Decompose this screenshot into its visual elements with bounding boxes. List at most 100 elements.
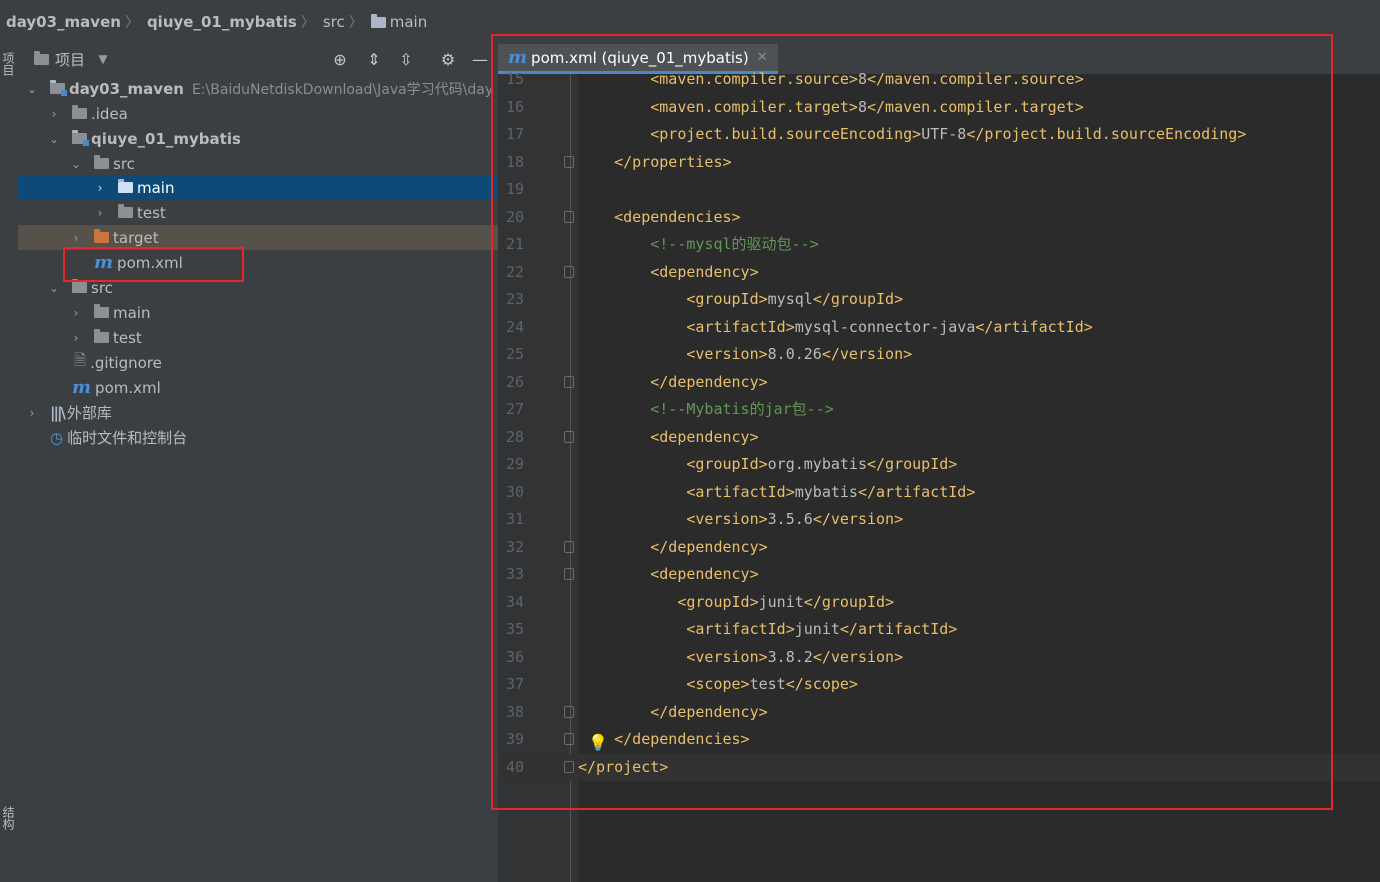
- code-line[interactable]: 22 <dependency>: [498, 259, 1380, 286]
- chevron-down-icon[interactable]: ⌄: [46, 132, 62, 146]
- code-text: <artifactId>mysql-connector-java</artifa…: [686, 317, 1093, 336]
- code-line[interactable]: 32 </dependency>: [498, 534, 1380, 561]
- project-tool-window-button[interactable]: 项目: [1, 52, 17, 76]
- expand-all-icon[interactable]: ⇕: [366, 50, 382, 69]
- code-line[interactable]: 31 <version>3.5.6</version>: [498, 506, 1380, 533]
- tree-item-src-root[interactable]: ⌄ src: [18, 275, 498, 300]
- code-line[interactable]: 19: [498, 176, 1380, 203]
- tree-item-test[interactable]: › test: [18, 200, 498, 225]
- tree-item-external-libraries[interactable]: › |||\ 外部库: [18, 400, 498, 425]
- line-number: 38: [505, 702, 524, 721]
- code-line[interactable]: 26 </dependency>: [498, 369, 1380, 396]
- code-line[interactable]: 24 <artifactId>mysql-connector-java</art…: [498, 314, 1380, 341]
- tree-item-main-selected[interactable]: › main: [18, 175, 498, 200]
- code-line[interactable]: 27 <!--Mybatis的jar包-->: [498, 396, 1380, 423]
- tree-item-gitignore[interactable]: 🗎 .gitignore: [18, 350, 498, 375]
- line-number: 24: [505, 317, 524, 336]
- code-line[interactable]: 17 <project.build.sourceEncoding>UTF-8</…: [498, 121, 1380, 148]
- line-number: 25: [505, 345, 524, 363]
- locate-icon[interactable]: ⊕: [332, 50, 348, 69]
- tree-item-pom-xml-root[interactable]: m pom.xml: [18, 375, 498, 400]
- gear-icon[interactable]: ⚙: [440, 50, 456, 69]
- structure-tool-window-button[interactable]: 结构: [1, 806, 17, 830]
- breadcrumb-item-main[interactable]: main: [365, 13, 429, 31]
- tree-item-qiuye-01-mybatis[interactable]: ⌄ qiuye_01_mybatis: [18, 126, 498, 151]
- code-line[interactable]: 37 <scope>test</scope>: [498, 671, 1380, 698]
- code-line[interactable]: 16 <maven.compiler.target>8</maven.compi…: [498, 94, 1380, 121]
- tree-item-main-root[interactable]: › main: [18, 300, 498, 325]
- code-line[interactable]: 21 <!--mysql的驱动包-->: [498, 231, 1380, 258]
- code-line[interactable]: 29 <groupId>org.mybatis</groupId>: [498, 451, 1380, 478]
- chevron-down-icon[interactable]: ⌄: [46, 281, 62, 295]
- breadcrumb-item-src[interactable]: src: [317, 13, 347, 31]
- code-line[interactable]: 38 </dependency>: [498, 699, 1380, 726]
- code-line[interactable]: 18 </properties>: [498, 149, 1380, 176]
- folder-icon: [118, 204, 133, 218]
- tree-item-idea[interactable]: › .idea: [18, 101, 498, 126]
- code-line[interactable]: 20 <dependencies>: [498, 204, 1380, 231]
- chevron-down-icon[interactable]: ▼: [95, 52, 111, 66]
- fold-marker-icon[interactable]: [564, 430, 574, 443]
- code-line[interactable]: 35 <artifactId>junit</artifactId>: [498, 616, 1380, 643]
- code-text: <groupId>org.mybatis</groupId>: [686, 455, 958, 473]
- close-icon[interactable]: ✕: [757, 50, 768, 65]
- scratches-icon: ◷: [50, 428, 64, 447]
- tab-label: pom.xml (qiuye_01_mybatis): [531, 48, 749, 67]
- chevron-right-icon[interactable]: ›: [68, 331, 84, 345]
- code-line[interactable]: 30 <artifactId>mybatis</artifactId>: [498, 479, 1380, 506]
- tree-item-test-root[interactable]: › test: [18, 325, 498, 350]
- tree-item-src[interactable]: ⌄ src: [18, 151, 498, 176]
- fold-marker-icon[interactable]: [564, 733, 574, 745]
- tree-item-scratches[interactable]: ◷ 临时文件和控制台: [18, 425, 498, 450]
- chevron-right-icon[interactable]: ›: [92, 206, 108, 220]
- tree-item-label: pom.xml: [95, 378, 161, 397]
- line-number: 15: [505, 70, 524, 88]
- code-line[interactable]: 33 <dependency>: [498, 561, 1380, 588]
- code-line[interactable]: 28 <dependency>: [498, 424, 1380, 451]
- fold-marker-icon[interactable]: [564, 705, 574, 718]
- fold-marker-icon[interactable]: [564, 210, 574, 223]
- code-line[interactable]: 40 </project>: [498, 753, 1380, 781]
- tree-item-label: test: [137, 203, 166, 222]
- chevron-down-icon[interactable]: ⌄: [68, 157, 84, 171]
- code-text: </project>: [578, 757, 669, 776]
- line-number: 26: [505, 372, 524, 391]
- chevron-right-icon[interactable]: ›: [68, 306, 84, 320]
- chevron-right-icon[interactable]: ›: [24, 406, 40, 420]
- fold-marker-icon[interactable]: [564, 540, 574, 553]
- tree-item-label: 外部库: [66, 404, 112, 422]
- tree-item-pom-xml-module[interactable]: m pom.xml: [18, 250, 498, 275]
- fold-marker-icon[interactable]: [564, 375, 574, 388]
- collapse-all-icon[interactable]: ⇳: [398, 50, 414, 69]
- fold-marker-icon[interactable]: [564, 155, 574, 168]
- code-text: </properties>: [614, 152, 732, 171]
- code-line[interactable]: 23 <groupId>mysql</groupId>: [498, 286, 1380, 313]
- fold-marker-icon[interactable]: [564, 760, 574, 773]
- chevron-down-icon[interactable]: ⌄: [24, 82, 40, 96]
- chevron-right-icon[interactable]: ›: [68, 231, 84, 245]
- tree-item-label: target: [113, 228, 159, 247]
- code-line[interactable]: 39 💡 </dependencies>: [498, 726, 1380, 753]
- tree-item-day03-maven[interactable]: ⌄ day03_maven E:\BaiduNetdiskDownload\Ja…: [18, 76, 498, 101]
- code-line[interactable]: 36 <version>3.8.2</version>: [498, 644, 1380, 671]
- chevron-right-icon[interactable]: ›: [46, 107, 62, 121]
- minimize-icon[interactable]: —: [472, 50, 488, 69]
- chevron-right-icon[interactable]: ›: [92, 181, 108, 195]
- maven-file-icon: m: [94, 252, 114, 273]
- tree-item-label: 临时文件和控制台: [67, 429, 188, 447]
- breadcrumb-separator: 〉: [124, 15, 139, 31]
- folder-icon: [94, 155, 109, 169]
- project-view-title[interactable]: 项目: [55, 49, 85, 70]
- code-line[interactable]: 25 <version>8.0.26</version>: [498, 341, 1380, 368]
- code-line[interactable]: 15 <maven.compiler.source>8</maven.compi…: [498, 66, 1380, 93]
- fold-marker-icon[interactable]: [564, 568, 574, 580]
- fold-marker-icon[interactable]: [564, 265, 574, 278]
- code-line[interactable]: 34 <groupId>junit</groupId>: [498, 589, 1380, 616]
- tree-item-label: qiuye_01_mybatis: [91, 129, 241, 148]
- maven-file-icon: m: [508, 47, 528, 68]
- code-text: <!--mysql的驱动包-->: [578, 235, 819, 253]
- line-number: 31: [505, 510, 524, 528]
- tree-item-target[interactable]: › target: [18, 225, 498, 250]
- breadcrumb-item-module[interactable]: qiuye_01_mybatis: [141, 13, 299, 31]
- breadcrumb-item-project[interactable]: day03_maven: [0, 13, 123, 31]
